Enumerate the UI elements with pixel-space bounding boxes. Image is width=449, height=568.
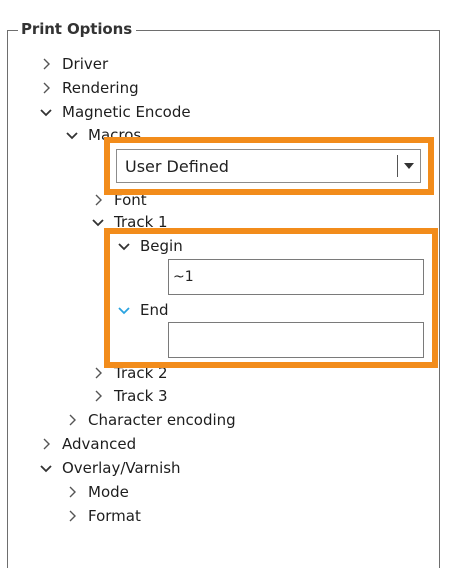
end-field[interactable] [168,322,424,358]
chevron-down-icon [114,234,134,258]
tree-item-label: Font [114,191,147,209]
tree-item-driver[interactable]: Driver [36,52,108,76]
tree-item-label: Begin [140,237,183,255]
chevron-down-icon [88,210,108,234]
panel-title: Print Options [18,18,137,40]
tree-item-font[interactable]: Font [88,188,147,212]
tree-item-magnetic-encode[interactable]: Magnetic Encode [36,100,191,124]
tree-item-label: Track 3 [114,387,168,405]
tree-item-label: Rendering [62,79,139,97]
chevron-right-icon [36,52,56,76]
tree-item-end[interactable]: End [114,298,169,322]
chevron-right-icon [88,361,108,385]
tree-item-label: Character encoding [88,411,236,429]
tree-item-label: Driver [62,55,109,73]
tree-item-character-encoding[interactable]: Character encoding [62,408,236,432]
tree-item-begin[interactable]: Begin [114,234,183,258]
chevron-down-icon [36,456,56,480]
tree-item-label: Track 2 [114,364,168,382]
tree-item-label: Macros [88,126,142,144]
chevron-down-icon [62,123,82,147]
chevron-right-icon [62,480,82,504]
chevron-right-icon [62,504,82,528]
chevron-down-icon [36,100,56,124]
chevron-right-icon [36,76,56,100]
macros-select-value: User Defined [125,156,229,176]
tree-item-advanced[interactable]: Advanced [36,432,136,456]
tree-item-format[interactable]: Format [62,504,141,528]
tree-item-label: Mode [88,483,129,501]
tree-item-track-2[interactable]: Track 2 [88,361,168,385]
tree-item-rendering[interactable]: Rendering [36,76,139,100]
chevron-right-icon [88,384,108,408]
chevron-right-icon [36,432,56,456]
begin-field[interactable] [168,259,424,295]
tree-item-label: End [140,301,169,319]
tree-item-track-3[interactable]: Track 3 [88,384,168,408]
tree-item-mode[interactable]: Mode [62,480,129,504]
chevron-down-icon [114,298,134,322]
dropdown-arrow-icon[interactable] [398,150,420,182]
tree-item-label: Track 1 [114,213,168,231]
tree-item-label: Advanced [62,435,137,453]
macros-select[interactable]: User Defined [116,149,421,183]
tree-item-label: Format [88,507,141,525]
chevron-right-icon [62,408,82,432]
tree-item-track-1[interactable]: Track 1 [88,210,168,234]
tree-item-macros[interactable]: Macros [62,123,141,147]
chevron-right-icon [88,188,108,212]
tree-item-overlay-varnish[interactable]: Overlay/Varnish [36,456,181,480]
tree-item-label: Magnetic Encode [62,103,191,121]
tree-item-label: Overlay/Varnish [62,459,181,477]
